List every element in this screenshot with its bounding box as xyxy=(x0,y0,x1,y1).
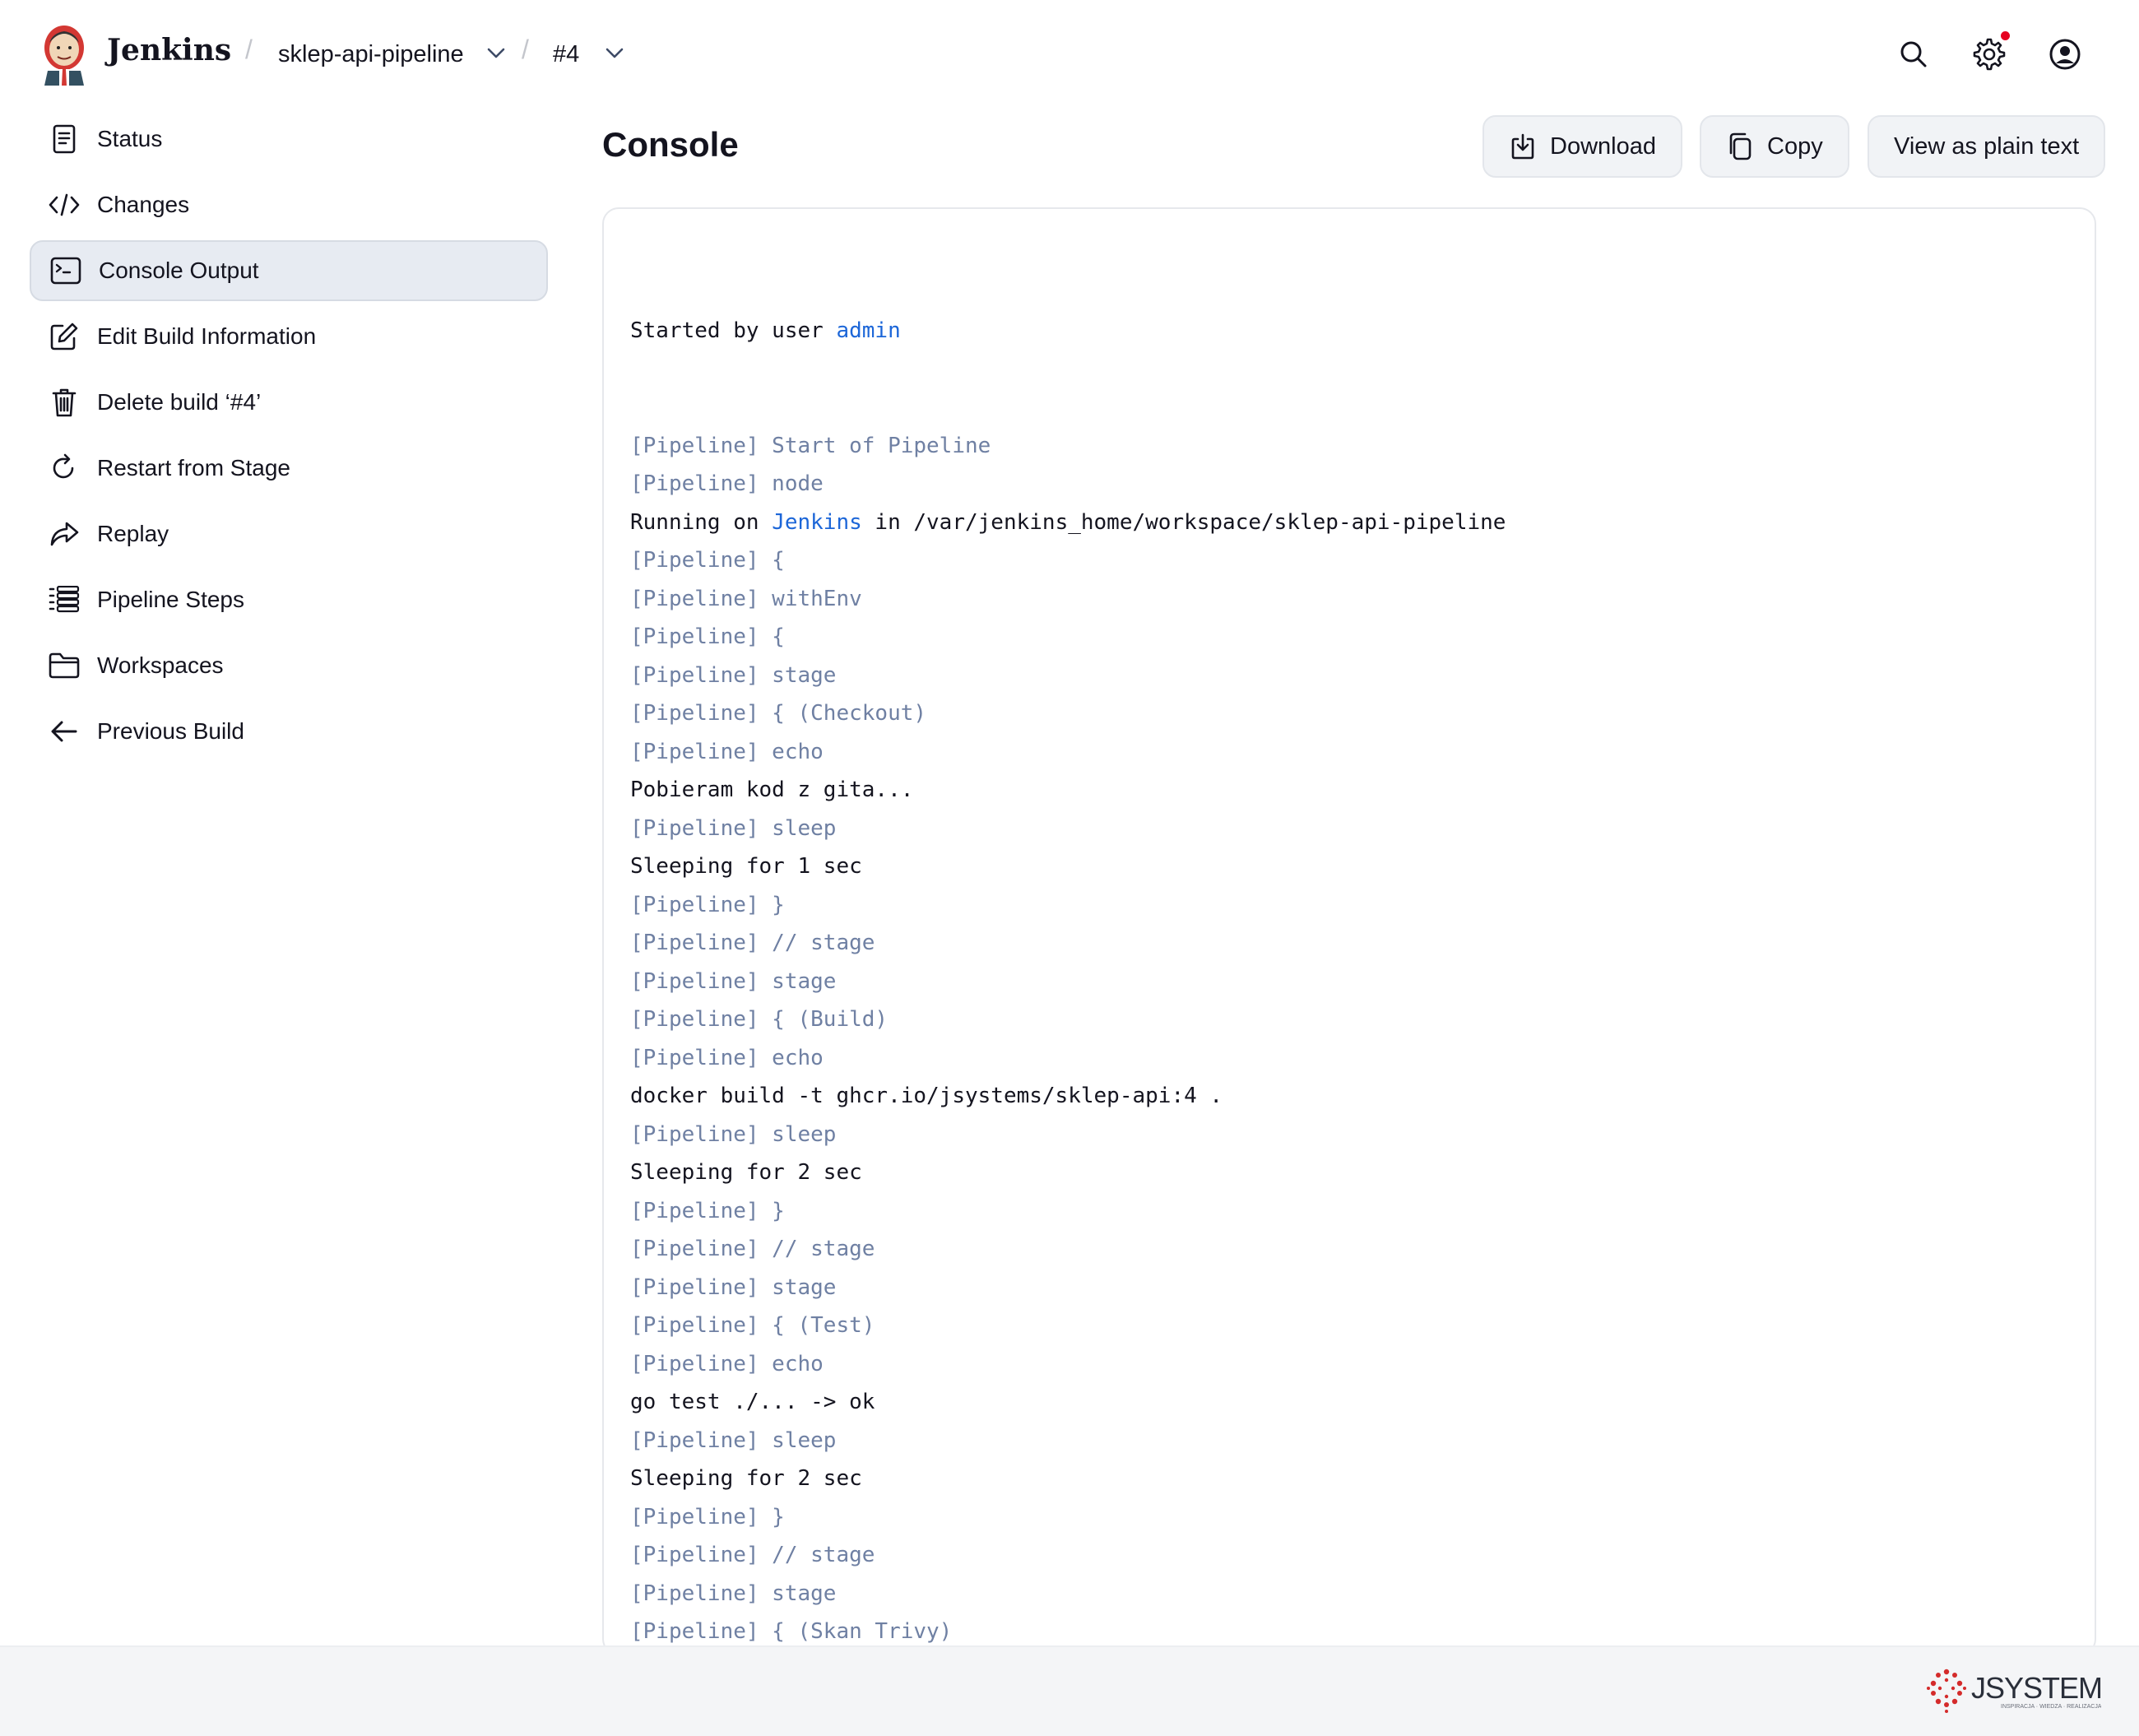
console-text: Running on xyxy=(630,509,773,535)
console-line: [Pipeline] Start of Pipeline xyxy=(630,433,991,458)
console-line: [Pipeline] { (Test) xyxy=(630,1313,875,1338)
console-line: [Pipeline] sleep xyxy=(630,1121,837,1147)
console-line: [Pipeline] stage xyxy=(630,1274,837,1300)
console-line: Sleeping for 2 sec xyxy=(630,1466,862,1491)
chevron-down-icon[interactable] xyxy=(484,41,508,66)
download-label: Download xyxy=(1550,132,1656,160)
sidebar-item-label: Replay xyxy=(97,521,169,546)
console-line: [Pipeline] { xyxy=(630,624,785,649)
node-link[interactable]: Jenkins xyxy=(772,510,862,535)
page-title: Console xyxy=(602,125,739,164)
console-line: [Pipeline] // stage xyxy=(630,1543,875,1567)
breadcrumb-separator: / xyxy=(245,35,253,64)
breadcrumb-job[interactable]: sklep-api-pipeline xyxy=(278,41,464,68)
svg-text:JSYSTEMS: JSYSTEMS xyxy=(1971,1671,2101,1705)
console-line: [Pipeline] echo xyxy=(630,1045,824,1070)
sidebar-item-delete-build[interactable]: Delete build ‘#4’ xyxy=(30,372,548,433)
sidebar-item-replay[interactable]: Replay xyxy=(30,504,548,564)
view-as-plain-text-label: View as plain text xyxy=(1894,132,2080,160)
console-line: [Pipeline] echo xyxy=(630,1351,824,1376)
sidebar-item-workspaces[interactable]: Workspaces xyxy=(30,635,548,696)
console-line: Running on Jenkins in /var/jenkins_home/… xyxy=(630,504,1506,542)
list-icon xyxy=(48,583,81,616)
console-line: [Pipeline] node xyxy=(630,471,824,496)
copy-icon xyxy=(1726,132,1754,160)
code-icon xyxy=(48,188,81,221)
console-line: [Pipeline] stage xyxy=(630,662,837,688)
top-bar: Jenkins / sklep-api-pipeline / #4 xyxy=(0,0,2139,110)
sidebar-item-label: Pipeline Steps xyxy=(97,587,245,612)
console-line: [Pipeline] sleep xyxy=(630,1427,837,1453)
sidebar-item-label: Restart from Stage xyxy=(97,455,290,480)
download-icon xyxy=(1509,132,1537,160)
console-line: [Pipeline] { (Build) xyxy=(630,1007,889,1032)
copy-label: Copy xyxy=(1767,132,1823,160)
sidebar-item-restart-from-stage[interactable]: Restart from Stage xyxy=(30,438,548,499)
sidebar-item-previous-build[interactable]: Previous Build xyxy=(30,701,548,762)
svg-text:INSPIRACJA · WIEDZA · REALIZAC: INSPIRACJA · WIEDZA · REALIZACJA xyxy=(2001,1704,2101,1710)
edit-icon xyxy=(48,320,81,353)
sidebar-item-changes[interactable]: Changes xyxy=(30,174,548,235)
notification-badge xyxy=(2001,31,2010,40)
console-output-panel: Started by user admin [Pipeline] Start o… xyxy=(602,207,2096,1655)
console-line: Started by user admin xyxy=(630,312,1506,350)
document-icon xyxy=(48,123,81,155)
replay-icon xyxy=(48,518,81,550)
breadcrumb-separator: / xyxy=(522,35,529,64)
console-line: [Pipeline] } xyxy=(630,1198,785,1223)
console-line: go test ./... -> ok xyxy=(630,1390,875,1414)
view-as-plain-text-button[interactable]: View as plain text xyxy=(1868,115,2106,178)
chevron-down-icon[interactable] xyxy=(602,41,627,66)
console-line: [Pipeline] withEnv xyxy=(630,586,862,611)
trash-icon xyxy=(48,386,81,419)
brand-name[interactable]: Jenkins xyxy=(107,33,231,67)
jenkins-logo[interactable] xyxy=(39,21,89,86)
restart-icon xyxy=(48,452,81,485)
sidebar: Status Changes Console Output Edit Build… xyxy=(30,109,548,767)
console-line: [Pipeline] } xyxy=(630,892,785,917)
console-line: docker build -t ghcr.io/jsystems/sklep-a… xyxy=(630,1084,1223,1108)
sidebar-item-label: Delete build ‘#4’ xyxy=(97,389,262,415)
console-line: [Pipeline] stage xyxy=(630,968,837,994)
console-text: in /var/jenkins_home/workspace/sklep-api… xyxy=(861,509,1506,535)
console-line: [Pipeline] // stage xyxy=(630,1237,875,1261)
sidebar-item-label: Edit Build Information xyxy=(97,323,317,349)
arrow-left-icon xyxy=(48,715,81,748)
console-line: [Pipeline] { xyxy=(630,548,785,573)
search-icon[interactable] xyxy=(1892,33,1935,76)
sidebar-item-label: Console Output xyxy=(99,258,259,283)
footer xyxy=(0,1645,2139,1736)
console-text: Started by user xyxy=(630,318,837,343)
console-line: Sleeping for 1 sec xyxy=(630,854,862,879)
breadcrumb-build[interactable]: #4 xyxy=(553,41,579,68)
console-log: Started by user admin [Pipeline] Start o… xyxy=(630,235,1506,1654)
console-line: [Pipeline] stage xyxy=(630,1581,837,1606)
console-line: [Pipeline] } xyxy=(630,1504,785,1529)
sidebar-item-status[interactable]: Status xyxy=(30,109,548,169)
console-line: [Pipeline] sleep xyxy=(630,815,837,841)
sidebar-item-label: Changes xyxy=(97,192,190,217)
sidebar-item-pipeline-steps[interactable]: Pipeline Steps xyxy=(30,569,548,630)
jsystems-logo: JSYSTEMS INSPIRACJA · WIEDZA · REALIZACJ… xyxy=(1927,1669,2101,1713)
user-account-icon[interactable] xyxy=(2044,33,2086,76)
sidebar-item-label: Previous Build xyxy=(97,718,244,744)
sidebar-item-console-output[interactable]: Console Output xyxy=(30,240,548,301)
folder-icon xyxy=(48,649,81,682)
copy-button[interactable]: Copy xyxy=(1700,115,1849,178)
console-line: [Pipeline] // stage xyxy=(630,931,875,955)
console-line: Sleeping for 2 sec xyxy=(630,1160,862,1185)
console-line: [Pipeline] { (Checkout) xyxy=(630,701,927,726)
sidebar-item-edit-build-information[interactable]: Edit Build Information xyxy=(30,306,548,367)
download-button[interactable]: Download xyxy=(1482,115,1682,178)
sidebar-item-label: Status xyxy=(97,126,163,151)
sidebar-item-label: Workspaces xyxy=(97,652,224,678)
user-link[interactable]: admin xyxy=(836,318,900,343)
console-line: [Pipeline] echo xyxy=(630,739,824,764)
console-line: Pobieram kod z gita... xyxy=(630,777,914,802)
terminal-icon xyxy=(49,254,82,287)
